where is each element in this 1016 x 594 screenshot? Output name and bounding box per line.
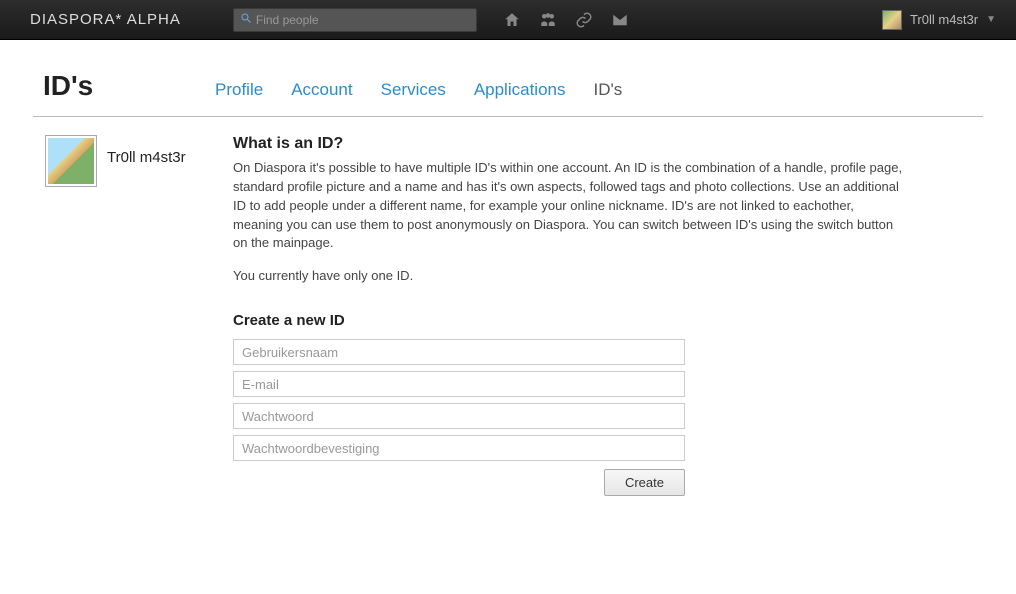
avatar[interactable]	[45, 135, 97, 187]
profile-sidebar: Tr0ll m4st3r	[33, 135, 233, 496]
tab-applications[interactable]: Applications	[474, 80, 566, 100]
page-header: ID's Profile Account Services Applicatio…	[33, 70, 983, 117]
tab-ids[interactable]: ID's	[593, 80, 622, 100]
user-menu-name: Tr0ll m4st3r	[910, 12, 978, 27]
status-text: You currently have only one ID.	[233, 267, 903, 286]
search-icon	[240, 12, 252, 27]
tab-profile[interactable]: Profile	[215, 80, 263, 100]
avatar-image	[48, 138, 94, 184]
page-title: ID's	[33, 70, 215, 102]
create-button[interactable]: Create	[604, 469, 685, 496]
search-container[interactable]	[233, 8, 477, 32]
chevron-down-icon: ▼	[986, 14, 996, 25]
tab-account[interactable]: Account	[291, 80, 352, 100]
password-field[interactable]	[233, 403, 685, 429]
search-input[interactable]	[256, 13, 470, 27]
password-confirm-field[interactable]	[233, 435, 685, 461]
contacts-icon[interactable]	[539, 11, 557, 29]
email-field[interactable]	[233, 371, 685, 397]
user-avatar-mini	[882, 10, 902, 30]
section-heading: What is an ID?	[233, 135, 903, 153]
create-heading: Create a new ID	[233, 312, 903, 329]
user-menu[interactable]: Tr0ll m4st3r ▼	[882, 10, 996, 30]
form-actions: Create	[233, 469, 685, 496]
home-icon[interactable]	[503, 11, 521, 29]
main-content: What is an ID? On Diaspora it's possible…	[233, 135, 983, 496]
nav-icons	[503, 11, 629, 29]
link-icon[interactable]	[575, 11, 593, 29]
settings-tabs: Profile Account Services Applications ID…	[215, 80, 622, 100]
section-body: On Diaspora it's possible to have multip…	[233, 159, 903, 253]
create-id-form: Create	[233, 339, 903, 496]
topbar: DIASPORA* ALPHA Tr0ll m4st3r ▼	[0, 0, 1016, 40]
brand-logo[interactable]: DIASPORA* ALPHA	[30, 11, 181, 28]
sidebar-username: Tr0ll m4st3r	[107, 135, 186, 166]
mail-icon[interactable]	[611, 11, 629, 29]
username-field[interactable]	[233, 339, 685, 365]
tab-services[interactable]: Services	[381, 80, 446, 100]
